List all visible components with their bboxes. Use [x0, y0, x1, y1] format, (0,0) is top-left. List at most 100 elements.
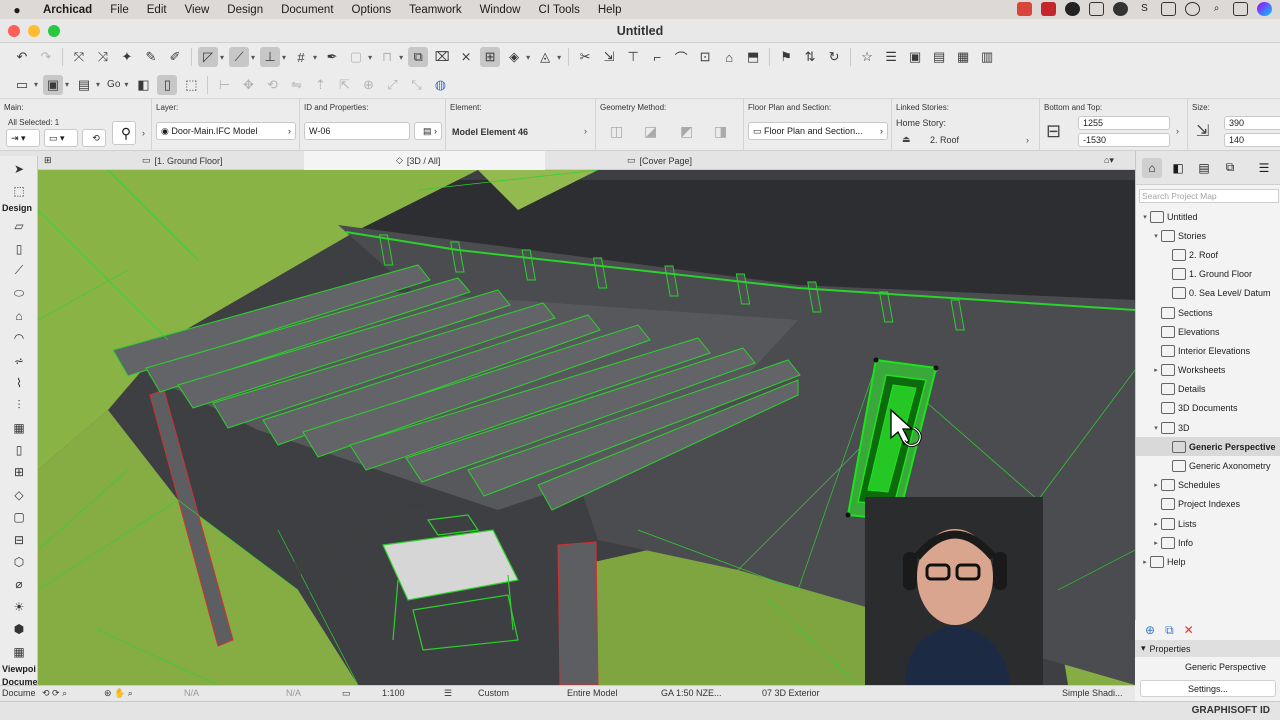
tree-node[interactable]: Generic Axonometry: [1136, 456, 1280, 475]
pick-up-parameters-icon[interactable]: ⤧: [69, 47, 89, 67]
menu-design[interactable]: Design: [218, 4, 272, 16]
menu-file[interactable]: File: [101, 4, 138, 16]
tree-node[interactable]: ▾ Stories: [1136, 226, 1280, 245]
tree-node[interactable]: Generic Perspective: [1136, 437, 1280, 457]
window-tool-icon[interactable]: ⊞: [0, 461, 38, 483]
trim-icon[interactable]: ⌧: [432, 47, 452, 67]
grid-tool-icon[interactable]: ▦: [0, 640, 38, 662]
tree-node[interactable]: Details: [1136, 380, 1280, 399]
id-field[interactable]: W-06: [304, 122, 410, 140]
selection-mode-button[interactable]: ⇥ ▾: [6, 129, 40, 147]
home-story-value[interactable]: 2. Roof: [930, 135, 959, 145]
orbit-icon[interactable]: ⊛ ✋ ⌕: [104, 688, 133, 699]
explode-icon[interactable]: ⬒: [743, 47, 763, 67]
search-icon[interactable]: ⌕: [1209, 2, 1224, 16]
geometry-straight-icon[interactable]: ◫: [610, 123, 623, 140]
publisher-tab-icon[interactable]: ⧉: [1220, 158, 1240, 178]
adjust-icon[interactable]: ⇲: [599, 47, 619, 67]
menu-help[interactable]: Help: [589, 4, 631, 16]
disclosure-icon[interactable]: ▸: [1140, 558, 1150, 566]
roof-tool-icon[interactable]: ⌂: [0, 305, 38, 327]
menu-window[interactable]: Window: [471, 4, 530, 16]
properties-header[interactable]: ▾ Properties: [1135, 640, 1280, 657]
grid-icon[interactable]: [1161, 2, 1176, 16]
layer-combo-value[interactable]: Custom: [478, 688, 509, 698]
s-app-icon[interactable]: S: [1137, 2, 1152, 16]
curve-icon[interactable]: ⌒: [671, 47, 691, 67]
organizer-icon[interactable]: ▤: [929, 47, 949, 67]
lamp-tool-icon[interactable]: ☀: [0, 596, 38, 618]
shading-value[interactable]: Simple Shadi...: [1062, 688, 1123, 698]
tree-node[interactable]: ▸ Help: [1136, 552, 1280, 571]
game-icon[interactable]: [1017, 2, 1032, 16]
tab-cover-page[interactable]: ▭ [Cover Page]: [545, 151, 785, 170]
tree-node[interactable]: ▸ Lists: [1136, 514, 1280, 533]
menu-view[interactable]: View: [176, 4, 219, 16]
menu-teamwork[interactable]: Teamwork: [400, 4, 470, 16]
morph-tool-icon[interactable]: ⬡: [0, 551, 38, 573]
tree-node[interactable]: Project Indexes: [1136, 495, 1280, 514]
3d-view-icon[interactable]: ◈: [504, 47, 524, 67]
bottom-top-arrow-icon[interactable]: ›: [1176, 126, 1179, 136]
red-app-icon[interactable]: [1041, 2, 1056, 16]
section-icon[interactable]: ▤: [74, 75, 94, 95]
siri-icon[interactable]: [1257, 2, 1272, 16]
multiply-icon[interactable]: ⊕: [358, 75, 378, 95]
grid-snap-icon[interactable]: #: [291, 47, 311, 67]
element-arrow-icon[interactable]: ›: [584, 126, 587, 136]
view-map-icon[interactable]: ▦: [953, 47, 973, 67]
floorplan-button[interactable]: ▭ Floor Plan and Section... ›: [748, 122, 888, 140]
wall-tool-icon[interactable]: ▱: [0, 215, 38, 237]
tree-node[interactable]: Interior Elevations: [1136, 341, 1280, 360]
triangle-icon[interactable]: ◬: [535, 47, 555, 67]
elevate-icon[interactable]: ⇡: [310, 75, 330, 95]
drag-icon[interactable]: ⇱: [334, 75, 354, 95]
display-icon[interactable]: [1089, 2, 1104, 16]
redo-icon[interactable]: ↷: [36, 47, 56, 67]
tab-ground-floor[interactable]: ▭ [1. Ground Floor]: [136, 151, 304, 170]
stretch-icon[interactable]: ⤢: [382, 75, 402, 95]
move-icon[interactable]: ✥: [238, 75, 258, 95]
record-icon[interactable]: [1185, 2, 1200, 16]
menu-edit[interactable]: Edit: [138, 4, 176, 16]
delete-view-icon[interactable]: ✕: [1184, 623, 1194, 637]
apple-menu-icon[interactable]: ●: [0, 3, 34, 17]
scale-value[interactable]: 1:100: [382, 688, 405, 698]
linked-arrow-icon[interactable]: ›: [1026, 135, 1029, 145]
render-icon[interactable]: ◍: [430, 75, 450, 95]
door-settings-icon[interactable]: ⚲: [112, 121, 136, 145]
layers-icon[interactable]: ☰: [881, 47, 901, 67]
shell-tool-icon[interactable]: ◠: [0, 327, 38, 349]
flag-icon[interactable]: ⚑: [776, 47, 796, 67]
split-icon[interactable]: ⊤: [623, 47, 643, 67]
layout-book-icon[interactable]: ▥: [977, 47, 997, 67]
eyedropper-icon[interactable]: ✎: [141, 47, 161, 67]
magic-wand-icon[interactable]: ✦: [117, 47, 137, 67]
object-tool-icon[interactable]: ⊟: [0, 528, 38, 550]
gravity-icon[interactable]: ⊥: [260, 47, 281, 67]
scissors-icon[interactable]: ✂: [575, 47, 595, 67]
lock-icon[interactable]: ⊓: [377, 47, 397, 67]
control-center-icon[interactable]: [1233, 2, 1248, 16]
properties-icon[interactable]: ▤ ›: [414, 122, 442, 140]
menu-ci-tools[interactable]: CI Tools: [529, 4, 588, 16]
disclosure-icon[interactable]: ▾: [1140, 213, 1150, 221]
graphisoft-id[interactable]: GRAPHISOFT ID: [1192, 705, 1270, 716]
tree-node[interactable]: ▸ Schedules: [1136, 476, 1280, 495]
suspend-groups-icon[interactable]: ⧉: [408, 47, 429, 67]
syringe-icon[interactable]: ✐: [165, 47, 185, 67]
fillet-icon[interactable]: ⌐: [647, 47, 667, 67]
rotate-icon[interactable]: ⟲: [262, 75, 282, 95]
bottom-field[interactable]: -1530: [1078, 133, 1170, 147]
disclosure-icon[interactable]: ▸: [1151, 366, 1161, 374]
beam-tool-icon[interactable]: ⟋: [0, 260, 38, 282]
navigator-menu-icon[interactable]: ☰: [1254, 158, 1274, 178]
fill-icon[interactable]: ◧: [133, 75, 153, 95]
geometry-trapezoid-icon[interactable]: ◪: [644, 123, 657, 140]
go-button[interactable]: Go: [105, 75, 122, 95]
clone-view-icon[interactable]: ⧉: [1165, 623, 1174, 638]
disclosure-icon[interactable]: ▸: [1151, 481, 1161, 489]
size-width-field[interactable]: 390: [1224, 116, 1280, 130]
geometry-polygon-icon[interactable]: ◩: [680, 123, 693, 140]
snap-guides-icon[interactable]: ⟋: [229, 47, 250, 67]
